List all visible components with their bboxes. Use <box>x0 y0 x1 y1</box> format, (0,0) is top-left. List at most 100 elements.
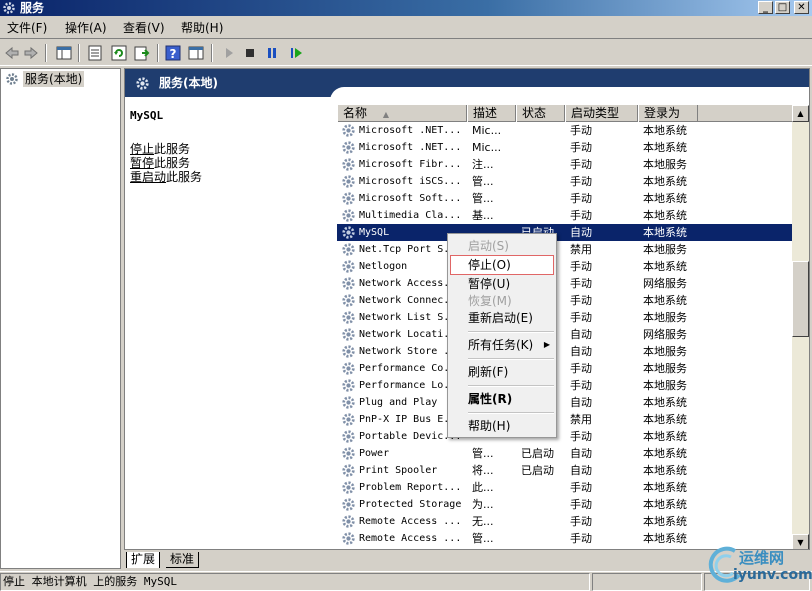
table-row[interactable]: Performance Lo... 手动 本地服务 <box>337 377 797 394</box>
table-row[interactable]: Power 管... 已启动 自动 本地系统 <box>337 445 797 462</box>
table-row[interactable]: Protected Storage 为... 手动 本地系统 <box>337 496 797 513</box>
cell-description: 基... <box>472 209 494 222</box>
cell-description: 管... <box>472 192 494 205</box>
scroll-thumb[interactable] <box>792 261 809 337</box>
title-bar[interactable]: 服务 _ □ ✕ <box>0 0 812 16</box>
sort-ascending-icon: ▲ <box>382 110 389 119</box>
table-row[interactable]: Network Access... 手动 网络服务 <box>337 275 797 292</box>
table-row[interactable]: Remote Access ... 无... 手动 本地系统 <box>337 513 797 530</box>
table-row[interactable]: Netlogon 手动 本地系统 <box>337 258 797 275</box>
forward-arrow-icon[interactable] <box>22 44 40 62</box>
back-arrow-icon[interactable] <box>3 44 21 62</box>
context-stop[interactable]: 停止(O) <box>450 255 554 275</box>
column-header-status[interactable]: 状态 <box>516 105 565 122</box>
table-row[interactable]: Network List S... 手动 本地服务 <box>337 309 797 326</box>
stop-service-link[interactable]: 停止 <box>130 142 154 156</box>
table-row[interactable]: Microsoft .NET... Mic... 手动 本地系统 <box>337 139 797 156</box>
column-header-logon-as[interactable]: 登录为 <box>638 105 698 122</box>
table-row[interactable]: Network Connec... 手动 本地系统 <box>337 292 797 309</box>
close-button[interactable]: ✕ <box>794 1 809 14</box>
table-row[interactable]: Plug and Play 自动 本地系统 <box>337 394 797 411</box>
help-icon[interactable]: ? <box>164 44 182 62</box>
cell-logon-as: 本地系统 <box>643 396 687 409</box>
pause-service-link[interactable]: 暂停 <box>130 156 154 170</box>
service-gear-icon <box>342 192 355 205</box>
service-gear-icon <box>342 141 355 154</box>
all-tasks-label: 所有任务(K) <box>468 338 534 352</box>
cell-startup-type: 手动 <box>570 515 592 528</box>
pause-service-text: 此服务 <box>154 156 191 170</box>
refresh-icon[interactable] <box>110 44 128 62</box>
table-row[interactable]: MySQL已启动自动本地系统 <box>337 224 797 241</box>
menu-file[interactable]: 文件(F) <box>7 21 47 35</box>
tree-item-label: 服务(本地) <box>23 71 85 87</box>
table-row[interactable]: Network Locati... 自动 网络服务 <box>337 326 797 343</box>
menu-view[interactable]: 查看(V) <box>123 21 165 35</box>
toolbar-separator <box>45 44 47 62</box>
menu-separator <box>468 331 554 333</box>
column-header-startup-type[interactable]: 启动类型 <box>565 105 638 122</box>
cell-status: 已启动 <box>521 464 554 477</box>
menu-action[interactable]: 操作(A) <box>65 21 107 35</box>
start-service-icon[interactable] <box>220 44 238 62</box>
context-help[interactable]: 帮助(H) <box>450 416 554 436</box>
cell-startup-type: 手动 <box>570 294 592 307</box>
service-gear-icon <box>342 345 355 358</box>
properties-icon[interactable] <box>86 44 104 62</box>
cell-logon-as: 本地服务 <box>643 362 687 375</box>
services-list: 名称 ▲ 描述 状态 启动类型 登录为 Microsoft .NET... Mic… <box>337 105 809 549</box>
minimize-button[interactable]: _ <box>758 1 773 14</box>
stop-service-icon[interactable] <box>241 44 259 62</box>
context-all-tasks[interactable]: 所有任务(K) ▶ <box>450 335 554 355</box>
table-row[interactable]: Multimedia Cla... 基... 手动 本地系统 <box>337 207 797 224</box>
cell-startup-type: 手动 <box>570 311 592 324</box>
cell-startup-type: 自动 <box>570 396 592 409</box>
context-start: 启动(S) <box>468 239 509 253</box>
table-row[interactable]: Problem Report... 此... 手动 本地系统 <box>337 479 797 496</box>
cell-logon-as: 本地系统 <box>643 447 687 460</box>
table-row[interactable]: Microsoft .NET... Mic... 手动 本地系统 <box>337 122 797 139</box>
restart-service-icon[interactable] <box>287 44 305 62</box>
pause-action: 暂停此服务 <box>130 156 190 170</box>
scroll-up-button[interactable]: ▲ <box>792 105 809 122</box>
column-header-name[interactable]: 名称 ▲ <box>337 105 467 122</box>
cell-description: 为... <box>472 498 494 511</box>
export-list-icon[interactable] <box>133 44 151 62</box>
table-row[interactable]: Microsoft Fibr... 注... 手动 本地服务 <box>337 156 797 173</box>
pause-service-icon[interactable] <box>263 44 281 62</box>
cell-logon-as: 本地系统 <box>643 532 687 545</box>
maximize-button[interactable]: □ <box>775 1 790 14</box>
watermark-title: 运维网 <box>739 549 785 567</box>
column-header-description[interactable]: 描述 <box>467 105 516 122</box>
cell-name: Microsoft Soft... <box>359 193 462 204</box>
restart-service-link[interactable]: 重启动 <box>130 170 166 184</box>
table-row[interactable]: Microsoft Soft... 管... 手动 本地系统 <box>337 190 797 207</box>
tab-extended[interactable]: 扩展 <box>126 552 161 568</box>
table-row[interactable]: Microsoft iSCS... 管... 手动 本地系统 <box>337 173 797 190</box>
cell-name: Microsoft Fibr... <box>359 159 462 170</box>
cell-startup-type: 手动 <box>570 362 592 375</box>
table-row[interactable]: Performance Co... 手动 本地服务 <box>337 360 797 377</box>
cell-logon-as: 本地系统 <box>643 209 687 222</box>
service-gear-icon <box>342 532 355 545</box>
console-tree-icon[interactable] <box>55 44 73 62</box>
watermark-logo: 运维网 iyunv.com <box>705 543 812 589</box>
show-hide-icon[interactable] <box>187 44 205 62</box>
vertical-scrollbar[interactable]: ▲ ▼ <box>792 105 809 549</box>
tab-standard[interactable]: 标准 <box>166 552 200 568</box>
table-row[interactable]: Net.Tcp Port S... 禁用 本地服务 <box>337 241 797 258</box>
service-gear-icon <box>342 328 355 341</box>
context-restart[interactable]: 重新启动(E) <box>450 308 554 328</box>
cell-name: Multimedia Cla... <box>359 210 462 221</box>
cell-logon-as: 本地系统 <box>643 481 687 494</box>
cell-description: Mic... <box>472 141 502 154</box>
table-row[interactable]: PnP-X IP Bus E... 禁用 本地系统 <box>337 411 797 428</box>
table-row[interactable]: Print Spooler 将... 已启动 自动 本地系统 <box>337 462 797 479</box>
context-properties[interactable]: 属性(R) <box>450 389 554 409</box>
table-row[interactable]: Network Store ... 自动 本地服务 <box>337 343 797 360</box>
table-row[interactable]: Portable Devic... 手动 本地系统 <box>337 428 797 445</box>
cell-description: 将... <box>472 464 494 477</box>
menu-help[interactable]: 帮助(H) <box>181 21 223 35</box>
cell-description: 管... <box>472 532 494 545</box>
context-refresh[interactable]: 刷新(F) <box>450 362 554 382</box>
